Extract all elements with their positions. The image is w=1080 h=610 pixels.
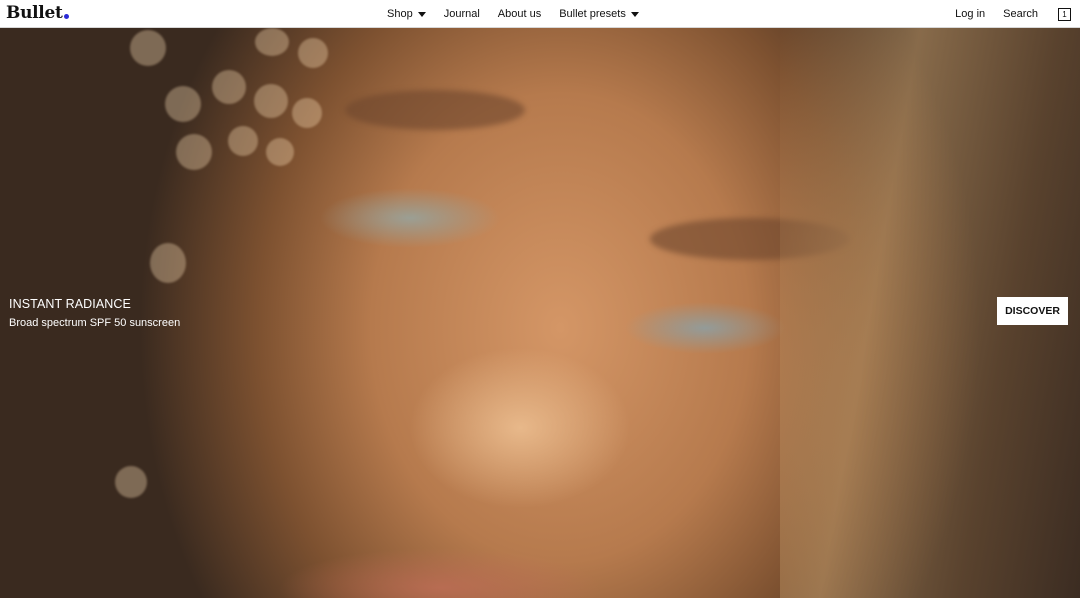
nav-about-us[interactable]: About us <box>498 8 541 20</box>
nav-bullet-presets[interactable]: Bullet presets <box>559 8 639 20</box>
site-header: Bullet Shop Journal About us Bullet pres… <box>0 0 1080 28</box>
chevron-down-icon <box>417 11 426 17</box>
search-link[interactable]: Search <box>1003 8 1038 20</box>
chevron-down-icon <box>630 11 639 17</box>
nav-presets-label: Bullet presets <box>559 8 626 20</box>
page-bottom-edge <box>0 598 1080 610</box>
logo-dot-icon <box>63 14 69 19</box>
hero-title: INSTANT RADIANCE <box>9 297 131 311</box>
nav-about-label: About us <box>497 8 542 20</box>
nav-shop-label: Shop <box>387 8 413 20</box>
nav-journal-label: Journal <box>443 8 480 20</box>
nav-journal[interactable]: Journal <box>444 8 480 20</box>
nav-shop[interactable]: Shop <box>387 8 426 20</box>
cart-icon[interactable]: 1 <box>1058 7 1071 21</box>
hero-banner: INSTANT RADIANCE Broad spectrum SPF 50 s… <box>0 28 1080 598</box>
login-link[interactable]: Log in <box>955 8 985 20</box>
main-nav: Shop Journal About us Bullet presets <box>387 0 657 28</box>
discover-button[interactable]: DISCOVER <box>997 297 1068 325</box>
hero-subtitle: Broad spectrum SPF 50 sunscreen <box>9 317 181 329</box>
header-utilities: Log in Search 1 <box>937 0 1071 28</box>
logo-text: Bullet <box>6 3 63 23</box>
brand-logo[interactable]: Bullet <box>6 3 69 23</box>
